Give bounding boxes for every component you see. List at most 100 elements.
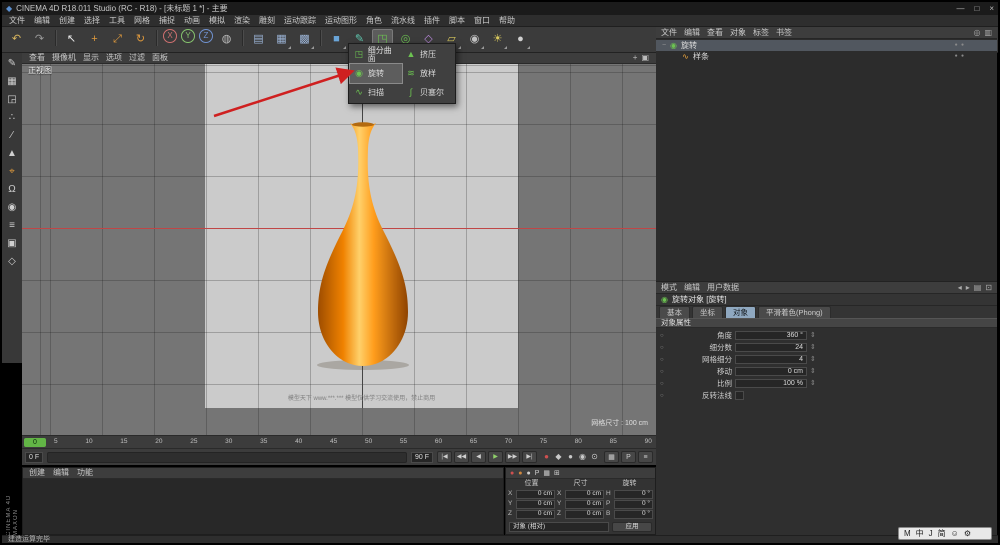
transport-button[interactable]: ▶ [488, 451, 503, 463]
toolbar-icon[interactable]: ↖ [61, 29, 82, 50]
object-manager-menu-item[interactable]: 书签 [776, 28, 792, 37]
viewport-menu-item[interactable]: 过滤 [129, 54, 145, 62]
generator-menu-item[interactable]: ◳ 细分曲面 [350, 45, 402, 64]
attribute-tab[interactable]: 坐标 [692, 305, 723, 318]
attribute-value-field[interactable]: 4 [735, 355, 807, 364]
record-icon[interactable]: ● [541, 452, 552, 463]
attribute-header-icon[interactable]: ◂ [958, 283, 962, 292]
attribute-value-field[interactable]: 360 ° [735, 331, 807, 340]
toolbar-icon[interactable] [153, 29, 160, 47]
toolbar-icon[interactable]: ◍ [216, 29, 237, 50]
viewport-pane-icon[interactable]: ▣ [641, 54, 649, 62]
minimize-button[interactable]: — [956, 4, 964, 13]
object-manager-header-icon[interactable]: ◎ [973, 28, 980, 37]
toolbar-icon[interactable]: + [84, 29, 105, 50]
left-tool-icon[interactable]: ▣ [4, 235, 21, 252]
rotation-field[interactable]: 0 ° [614, 490, 653, 499]
current-frame-field[interactable]: 0 F [25, 451, 44, 463]
menu-item[interactable]: 角色 [366, 16, 382, 25]
record-icon[interactable]: ◆ [553, 452, 564, 463]
material-menu-item[interactable]: 功能 [77, 469, 93, 477]
toolbar-icon[interactable] [239, 29, 246, 47]
viewport[interactable]: 查看 摄像机 显示 选项 过滤 面板 + ▣ 模型天下 www.***.*** … [22, 53, 656, 435]
ime-segment[interactable]: 简 [938, 529, 946, 538]
attribute-header-icon[interactable]: ⊡ [985, 283, 992, 292]
generator-menu-item[interactable]: ∫ 贝塞尔 [402, 83, 454, 102]
left-tool-icon[interactable]: ▦ [4, 73, 21, 90]
menu-item[interactable]: 创建 [59, 16, 75, 25]
coordinate-toolbar-icon[interactable]: ● [510, 470, 514, 477]
menu-item[interactable]: 运动图形 [325, 16, 357, 25]
material-menu-item[interactable]: 创建 [29, 469, 45, 477]
visibility-dots[interactable]: ● ● [955, 43, 965, 48]
left-tool-icon[interactable]: ≡ [4, 217, 21, 234]
power-slider[interactable] [47, 451, 407, 463]
close-button[interactable]: × [989, 4, 994, 13]
left-tool-icon[interactable]: ◇ [4, 253, 21, 270]
position-field[interactable]: 0 cm [516, 490, 555, 499]
object-manager-header-icon[interactable]: ▥ [984, 28, 992, 37]
coordinate-toolbar-icon[interactable]: ⊞ [554, 470, 560, 477]
viewport-menu-item[interactable]: 查看 [29, 54, 45, 62]
coordinate-toolbar-icon[interactable]: ● [526, 470, 530, 477]
toolbar-icon[interactable]: ☀ [487, 29, 508, 50]
record-icon[interactable]: ● [565, 452, 576, 463]
viewport-menu-item[interactable]: 选项 [106, 54, 122, 62]
generator-menu-item[interactable]: ◉ 旋转 [349, 63, 403, 84]
left-tool-icon[interactable]: Ω [4, 181, 21, 198]
menu-item[interactable]: 流水线 [391, 16, 415, 25]
stepper-icon[interactable]: ⇕ [810, 356, 816, 363]
attribute-header-icon[interactable]: ▸ [966, 283, 970, 292]
left-tool-icon[interactable]: ◲ [4, 91, 21, 108]
timeline-ruler[interactable]: 0 5 10 15 20 25 30 35 40 45 50 55 60 65 70 75 80 85 90 [22, 435, 656, 448]
generator-menu-item[interactable]: ∿ 扫描 [350, 83, 402, 102]
size-field[interactable]: 0 cm [565, 510, 604, 519]
attribute-value-field[interactable]: 24 [735, 343, 807, 352]
transport-button[interactable]: ◀ [471, 451, 486, 463]
viewport-pane-icon[interactable]: + [633, 54, 638, 62]
toolbar-icon[interactable]: X [163, 29, 177, 43]
rotation-field[interactable]: 0 ° [614, 510, 653, 519]
transport-button[interactable]: ▶| [522, 451, 537, 463]
toolbar-icon[interactable] [317, 29, 324, 47]
stepper-icon[interactable]: ⇕ [810, 380, 816, 387]
ime-segment[interactable]: ☺ [951, 529, 959, 538]
coordinate-toolbar-icon[interactable]: ● [518, 470, 522, 477]
timeline-playhead[interactable]: 0 [24, 438, 46, 447]
menu-item[interactable]: 渲染 [234, 16, 250, 25]
ime-segment[interactable]: M [904, 529, 911, 538]
apply-button[interactable]: 应用 [612, 522, 652, 532]
menu-item[interactable]: 雕刻 [259, 16, 275, 25]
toolbar-icon[interactable]: ⤢ [107, 29, 128, 50]
attribute-menu-item[interactable]: 模式 [661, 283, 677, 292]
transport-button[interactable]: |◀ [437, 451, 452, 463]
menu-item[interactable]: 窗口 [474, 16, 490, 25]
object-name[interactable]: 旋转 [681, 41, 697, 50]
menu-item[interactable]: 工具 [109, 16, 125, 25]
menu-item[interactable]: 捕捉 [159, 16, 175, 25]
object-row[interactable]: ∿ 样条 ● ● [656, 51, 997, 62]
size-field[interactable]: 0 cm [565, 500, 604, 509]
menu-item[interactable]: 插件 [424, 16, 440, 25]
left-tool-icon[interactable]: ⌖ [4, 163, 21, 180]
material-menu-item[interactable]: 编辑 [53, 469, 69, 477]
viewport-menu-item[interactable]: 摄像机 [52, 54, 76, 62]
transport-button[interactable]: ◀◀ [454, 451, 469, 463]
expand-toggle-icon[interactable]: − [660, 42, 668, 49]
menu-item[interactable]: 选择 [84, 16, 100, 25]
object-manager-menu-item[interactable]: 文件 [661, 28, 677, 37]
left-tool-icon[interactable]: ▲ [4, 145, 21, 162]
ime-segment[interactable]: ⚙ [964, 529, 971, 538]
viewport-canvas[interactable]: 模型天下 www.***.*** 模型仅供学习交流使用，禁止商用 网格尺寸 : … [22, 64, 656, 435]
toolbar-icon[interactable]: ■ [326, 29, 347, 50]
object-manager-menu-item[interactable]: 查看 [707, 28, 723, 37]
rotation-field[interactable]: 0 ° [614, 500, 653, 509]
toolbar-icon[interactable]: Y [181, 29, 195, 43]
menu-item[interactable]: 动画 [184, 16, 200, 25]
left-tool-icon[interactable]: ∕ [4, 127, 21, 144]
viewport-menu-item[interactable]: 面板 [152, 54, 168, 62]
stepper-icon[interactable]: ⇕ [810, 344, 816, 351]
menu-item[interactable]: 编辑 [34, 16, 50, 25]
transport-button[interactable]: ▶▶ [505, 451, 520, 463]
object-manager-menu-item[interactable]: 对象 [730, 28, 746, 37]
